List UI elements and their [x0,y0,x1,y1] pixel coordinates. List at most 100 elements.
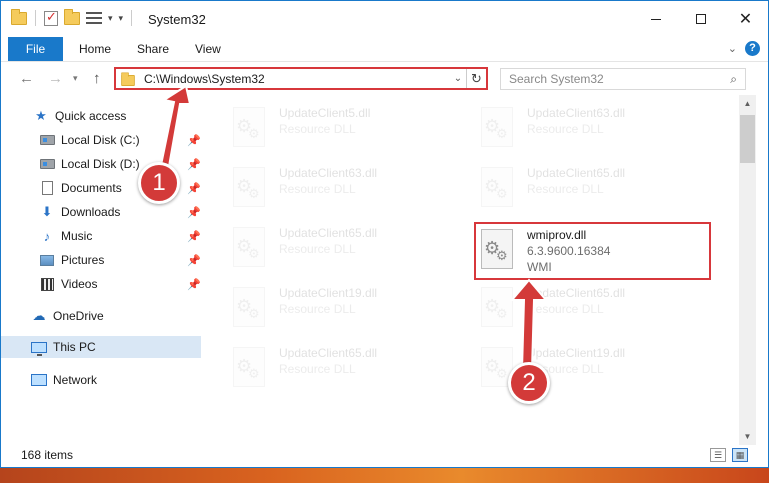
scrollbar-thumb[interactable] [740,115,755,163]
expand-ribbon-icon[interactable]: ⌄ [728,42,737,55]
sidebar-item-label: Local Disk (C:) [61,133,140,147]
navigation-bar: ← → ▾ ↑ C:\Windows\System32 ⌄ ↻ Search S… [1,61,768,95]
close-icon: ✕ [738,11,753,28]
list-item[interactable]: UpdateClient65.dll Resource DLL [229,225,459,277]
item-count: 168 items [21,448,74,462]
dll-file-icon [233,347,271,391]
new-folder-icon[interactable] [64,8,80,25]
close-button[interactable]: ✕ [723,1,768,37]
step-2-callout: 2 [508,362,550,404]
sidebar-item-network[interactable]: Network [31,369,231,391]
properties-check-icon[interactable] [44,9,58,26]
dll-file-icon [481,287,519,331]
sidebar-item-label: This PC [53,340,96,354]
ribbon-right-controls: ⌄ ? [728,41,760,56]
dll-file-icon [233,287,271,331]
network-icon [31,372,47,388]
onedrive-icon: ☁ [32,308,46,323]
sidebar-item-this-pc[interactable]: This PC [1,336,201,358]
list-item[interactable]: UpdateClient65.dll Resource DLL [477,165,707,217]
toolbar-divider [131,10,133,26]
customize-toolbar-icon[interactable]: ▾ [119,13,124,24]
pictures-icon [39,252,55,268]
maximize-button[interactable] [678,1,723,37]
folder-icon [121,72,135,87]
search-input[interactable]: Search System32 ⌕ [500,68,746,90]
file-name: UpdateClient65.dll [527,166,626,180]
pin-icon[interactable]: 📌 [187,254,201,267]
pin-icon[interactable]: 📌 [187,278,201,291]
list-item[interactable]: UpdateClient63.dll Resource DLL [477,105,707,157]
file-name: UpdateClient19.dll [279,286,378,300]
file-list: UpdateClient5.dll Resource DLL UpdateClie… [205,95,739,435]
large-icons-view-icon[interactable]: ▦ [732,448,748,462]
sidebar-item-label: Music [61,229,93,243]
sidebar-item-label: Downloads [61,205,121,219]
this-pc-icon [31,339,47,356]
tab-home[interactable]: Home [65,37,125,61]
file-name: UpdateClient65.dll [279,226,378,240]
recent-locations-icon[interactable]: ▾ [73,73,78,84]
ribbon-tabs: File Home Share View ⌄ ? [1,37,768,61]
tab-file[interactable]: File [8,37,63,61]
tab-share[interactable]: Share [123,37,183,61]
pin-icon[interactable]: 📌 [187,158,201,171]
status-bar: 168 items ☰ ▦ [1,445,768,467]
dll-file-icon [233,167,271,211]
details-view-icon[interactable]: ☰ [710,448,726,462]
highlight-box [474,222,711,280]
videos-icon [39,276,55,292]
toolbar-divider [35,10,36,26]
minimize-icon [650,18,661,20]
address-bar[interactable]: C:\Windows\System32 ⌄ ↻ [114,67,488,90]
forward-arrow-icon[interactable]: → [48,70,63,87]
downloads-icon: ⬇ [41,204,53,219]
up-arrow-icon[interactable]: ↑ [93,70,101,87]
help-icon[interactable]: ? [745,41,760,56]
step-1-callout: 1 [138,162,180,204]
pin-icon[interactable]: 📌 [187,206,201,219]
scroll-down-icon[interactable]: ▼ [739,428,756,445]
customize-view-icon[interactable] [86,11,102,25]
sidebar-item-label: Documents [61,181,122,195]
list-item[interactable]: UpdateClient65.dll Resource DLL [229,345,459,397]
vertical-scrollbar[interactable]: ▲ ▼ [739,95,756,445]
chevron-down-icon[interactable]: ⌄ [450,73,466,84]
star-icon: ★ [35,108,47,123]
file-type: Resource DLL [527,182,604,196]
window-title: System32 [148,12,206,27]
file-explorer-window: ▾ ▾ System32 ✕ File Home Share View ⌄ ? … [0,0,769,468]
sidebar-item-label: Pictures [61,253,105,267]
file-type: Resource DLL [279,302,356,316]
search-icon[interactable]: ⌕ [730,72,737,87]
file-type: Resource DLL [279,362,356,376]
refresh-icon[interactable]: ↻ [466,69,486,88]
window-controls: ✕ [633,1,768,37]
scroll-up-icon[interactable]: ▲ [739,95,756,112]
music-icon: ♪ [43,228,51,244]
view-switcher: ☰ ▦ [710,448,748,462]
back-arrow-icon[interactable]: ← [19,70,34,87]
address-path[interactable]: C:\Windows\System32 [144,72,450,86]
list-item[interactable]: UpdateClient19.dll Resource DLL [229,285,459,337]
dll-file-icon [481,167,519,211]
list-item[interactable]: UpdateClient63.dll Resource DLL [229,165,459,217]
pin-icon[interactable]: 📌 [187,134,201,147]
list-item[interactable]: UpdateClient65.dll Resource DLL [477,285,707,337]
chevron-down-icon[interactable]: ▾ [108,13,113,24]
file-name: UpdateClient65.dll [527,286,626,300]
sidebar-item-label: Videos [61,277,98,291]
minimize-button[interactable] [633,1,678,37]
sidebar-item-quick-access[interactable]: ★ Quick access [33,105,233,127]
pin-icon[interactable]: 📌 [187,182,201,195]
search-placeholder: Search System32 [509,72,604,86]
file-type: Resource DLL [279,242,356,256]
file-type: Resource DLL [279,122,356,136]
file-type: Resource DLL [527,302,604,316]
title-bar: ▾ ▾ System32 ✕ [1,1,768,37]
sidebar-item-onedrive[interactable]: ☁ OneDrive [31,305,231,327]
list-item[interactable]: UpdateClient5.dll Resource DLL [229,105,459,157]
documents-icon [39,180,55,196]
pin-icon[interactable]: 📌 [187,230,201,243]
tab-view[interactable]: View [181,37,235,61]
